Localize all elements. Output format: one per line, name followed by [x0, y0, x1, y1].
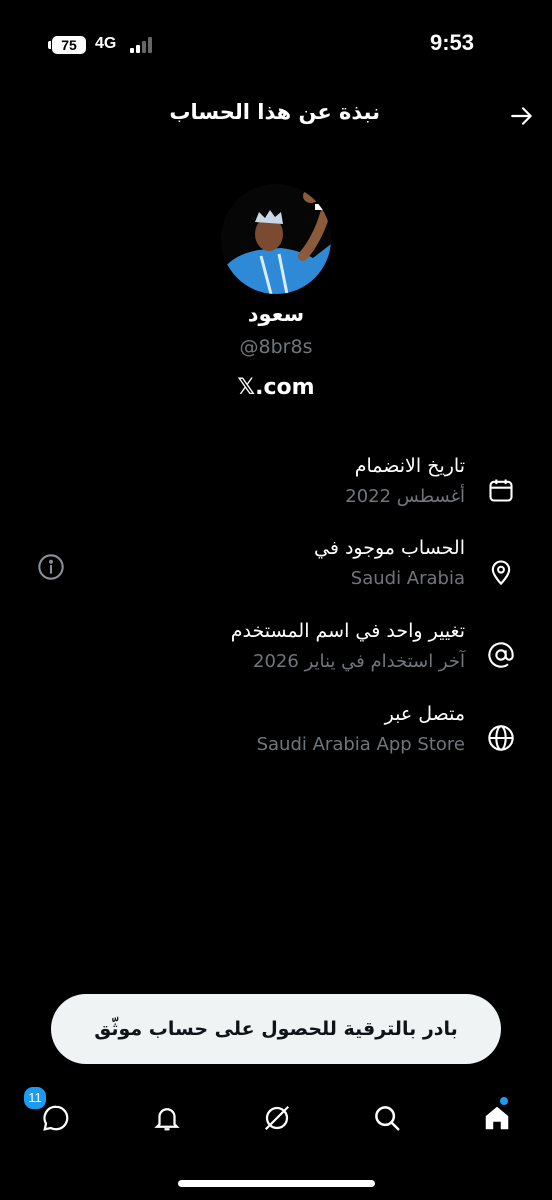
messages-icon [43, 1105, 69, 1131]
bell-icon [154, 1108, 180, 1131]
connected-via-row: متصل عبر Saudi Arabia App Store [0, 703, 552, 773]
info-circle-icon[interactable] [37, 553, 65, 581]
info-subtitle: أغسطس 2022 [345, 486, 465, 507]
tab-home[interactable] [477, 1097, 517, 1138]
calendar-icon [486, 475, 516, 505]
battery-indicator: 75 [48, 36, 86, 54]
tab-notifications[interactable] [147, 1098, 187, 1138]
home-unread-dot [500, 1097, 508, 1105]
username-handle: @8br8s [239, 336, 313, 358]
back-button[interactable] [506, 100, 538, 132]
globe-icon [486, 723, 516, 753]
page-title: نبذة عن هذا الحساب [169, 100, 380, 124]
info-subtitle: آخر استخدام في يناير 2026 [253, 651, 465, 672]
location-row: الحساب موجود في Saudi Arabia [0, 537, 552, 607]
tab-messages[interactable]: 11 [22, 1085, 76, 1138]
bottom-tab-bar: 11 [0, 1085, 552, 1158]
header: نبذة عن هذا الحساب [0, 92, 552, 140]
messages-badge: 11 [22, 1085, 48, 1111]
avatar-photo [221, 184, 331, 294]
username-changes-row: تغيير واحد في اسم المستخدم آخر استخدام ف… [0, 620, 552, 690]
status-bar: 75 4G 9:53 [0, 0, 552, 90]
status-time: 9:53 [429, 30, 474, 55]
network-type: 4G [95, 35, 117, 52]
info-title: تاريخ الانضمام [354, 455, 465, 477]
info-title: الحساب موجود في [314, 537, 465, 559]
upgrade-verified-button[interactable]: بادر بالترقية للحصول على حساب موثّق [51, 994, 501, 1064]
info-subtitle: Saudi Arabia [350, 568, 465, 589]
location-pin-icon [486, 557, 516, 587]
tab-search[interactable] [367, 1098, 407, 1138]
info-title: متصل عبر [384, 703, 465, 725]
home-icon [485, 1106, 509, 1130]
at-sign-icon [486, 640, 516, 670]
grok-icon [264, 1105, 290, 1131]
display-name: سعود [247, 302, 305, 326]
info-title: تغيير واحد في اسم المستخدم [230, 620, 465, 642]
search-icon [375, 1106, 400, 1131]
joined-date-row: تاريخ الانضمام أغسطس 2022 [0, 455, 552, 525]
site-label: 𝕏.com [237, 375, 315, 400]
tab-grok[interactable] [257, 1098, 297, 1138]
avatar[interactable] [221, 184, 331, 294]
home-indicator [178, 1180, 375, 1187]
arrow-right-icon [511, 107, 532, 125]
info-subtitle: Saudi Arabia App Store [256, 734, 465, 755]
signal-icon [130, 37, 156, 53]
